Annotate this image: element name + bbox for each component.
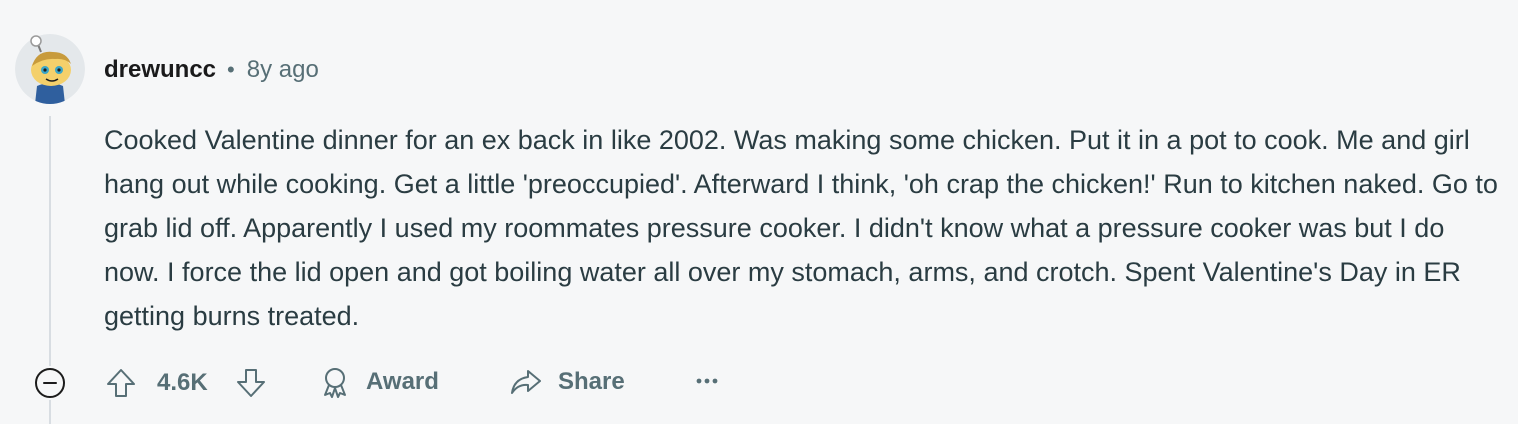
- thread-line[interactable]: [49, 116, 51, 366]
- comment-body-text: Cooked Valentine dinner for an ex back i…: [104, 125, 1498, 331]
- vote-count: 4.6K: [157, 369, 208, 396]
- more-options-button[interactable]: [690, 364, 724, 398]
- share-button[interactable]: Share: [508, 362, 625, 402]
- share-label: Share: [558, 368, 625, 395]
- minus-circle-icon: [35, 368, 65, 398]
- comment-body: Cooked Valentine dinner for an ex back i…: [104, 118, 1504, 338]
- username-link[interactable]: drewuncc: [104, 56, 216, 84]
- downvote-button[interactable]: [234, 366, 268, 400]
- collapse-thread-button[interactable]: [34, 367, 66, 399]
- ellipsis-icon: [696, 378, 718, 384]
- meta-separator: •: [227, 57, 235, 82]
- downvote-arrow-icon: [237, 369, 265, 397]
- comment-timestamp[interactable]: 8y ago: [247, 56, 319, 84]
- award-button[interactable]: Award: [318, 362, 439, 402]
- comment-action-bar: 4.6K Award Share: [0, 360, 800, 404]
- user-avatar[interactable]: [15, 34, 85, 104]
- award-label: Award: [366, 368, 439, 395]
- upvote-button[interactable]: [104, 366, 138, 400]
- comment-header: drewuncc • 8y ago: [104, 52, 319, 88]
- upvote-arrow-icon: [107, 369, 135, 397]
- award-ribbon-icon: [324, 368, 346, 398]
- share-arrow-icon: [511, 370, 541, 394]
